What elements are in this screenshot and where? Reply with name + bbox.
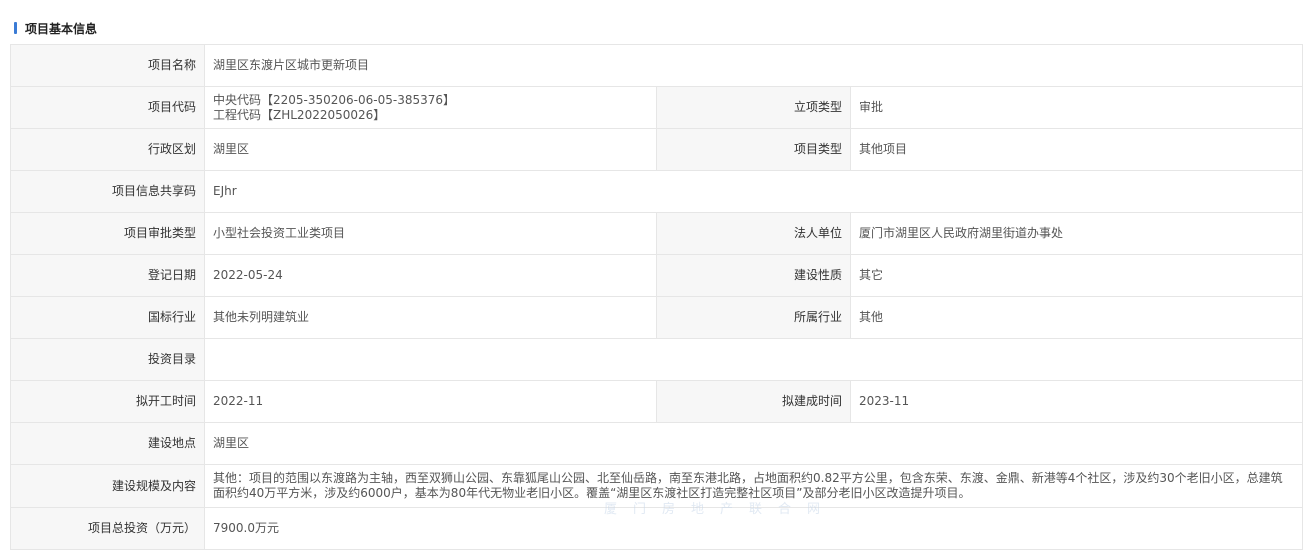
district-value: 湖里区 xyxy=(204,128,657,171)
section-header: 项目基本信息 xyxy=(14,20,97,36)
register-date-value: 2022-05-24 xyxy=(204,254,657,297)
register-date-label: 登记日期 xyxy=(10,254,205,297)
project-name-value: 湖里区东渡片区城市更新项目 xyxy=(203,44,1304,87)
central-code: 中央代码【2205-350206-06-05-385376】 xyxy=(213,92,456,107)
planned-completion-label: 拟建成时间 xyxy=(656,380,851,423)
project-type-label: 项目类型 xyxy=(656,128,851,171)
scale-value: 其他：项目的范围以东渡路为主轴，西至双狮山公园、东靠狐尾山公园、北至仙岳路，南至… xyxy=(203,464,1304,508)
location-label: 建设地点 xyxy=(10,422,205,465)
approval-type-label: 立项类型 xyxy=(656,86,851,129)
share-code-label: 项目信息共享码 xyxy=(10,170,205,213)
total-investment-label: 项目总投资（万元） xyxy=(10,507,205,550)
planned-start-value: 2022-11 xyxy=(204,380,657,423)
national-industry-label: 国标行业 xyxy=(10,296,205,339)
construction-nature-value: 其它 xyxy=(849,254,1304,297)
construction-nature-label: 建设性质 xyxy=(656,254,851,297)
engineering-code: 工程代码【ZHL2022050026】 xyxy=(213,107,386,122)
table-row: 国标行业 其他未列明建筑业 所属行业 其他 xyxy=(10,296,1304,339)
investment-catalog-label: 投资目录 xyxy=(10,338,205,381)
project-info-table: 项目名称 湖里区东渡片区城市更新项目 项目代码 中央代码【2205-350206… xyxy=(10,44,1304,550)
table-row: 项目代码 中央代码【2205-350206-06-05-385376】 工程代码… xyxy=(10,86,1304,129)
total-investment-value: 7900.0万元 xyxy=(203,507,1304,550)
national-industry-value: 其他未列明建筑业 xyxy=(204,296,657,339)
project-code-value: 中央代码【2205-350206-06-05-385376】 工程代码【ZHL2… xyxy=(204,86,657,129)
table-row: 项目审批类型 小型社会投资工业类项目 法人单位 厦门市湖里区人民政府湖里街道办事… xyxy=(10,212,1304,255)
industry-value: 其他 xyxy=(849,296,1304,339)
section-accent-bar xyxy=(14,22,17,34)
review-category-label: 项目审批类型 xyxy=(10,212,205,255)
industry-label: 所属行业 xyxy=(656,296,851,339)
project-name-label: 项目名称 xyxy=(10,44,205,87)
approval-type-value: 审批 xyxy=(849,86,1304,129)
planned-completion-value: 2023-11 xyxy=(849,380,1304,423)
legal-entity-value: 厦门市湖里区人民政府湖里街道办事处 xyxy=(849,212,1304,255)
location-value: 湖里区 xyxy=(203,422,1304,465)
table-row: 行政区划 湖里区 项目类型 其他项目 xyxy=(10,128,1304,171)
table-row: 登记日期 2022-05-24 建设性质 其它 xyxy=(10,254,1304,297)
scale-label: 建设规模及内容 xyxy=(10,464,205,508)
planned-start-label: 拟开工时间 xyxy=(10,380,205,423)
table-row: 项目名称 湖里区东渡片区城市更新项目 xyxy=(10,44,1304,87)
review-category-value: 小型社会投资工业类项目 xyxy=(204,212,657,255)
project-code-label: 项目代码 xyxy=(10,86,205,129)
table-row: 项目信息共享码 EJhr xyxy=(10,170,1304,213)
investment-catalog-value xyxy=(203,338,1304,381)
share-code-value: EJhr xyxy=(203,170,1304,213)
table-row: 建设地点 湖里区 xyxy=(10,422,1304,465)
section-title: 项目基本信息 xyxy=(25,21,98,36)
table-row: 建设规模及内容 其他：项目的范围以东渡路为主轴，西至双狮山公园、东靠狐尾山公园、… xyxy=(10,464,1304,508)
legal-entity-label: 法人单位 xyxy=(656,212,851,255)
project-type-value: 其他项目 xyxy=(849,128,1304,171)
table-row: 项目总投资（万元） 7900.0万元 xyxy=(10,507,1304,550)
table-row: 投资目录 xyxy=(10,338,1304,381)
district-label: 行政区划 xyxy=(10,128,205,171)
table-row: 拟开工时间 2022-11 拟建成时间 2023-11 xyxy=(10,380,1304,423)
